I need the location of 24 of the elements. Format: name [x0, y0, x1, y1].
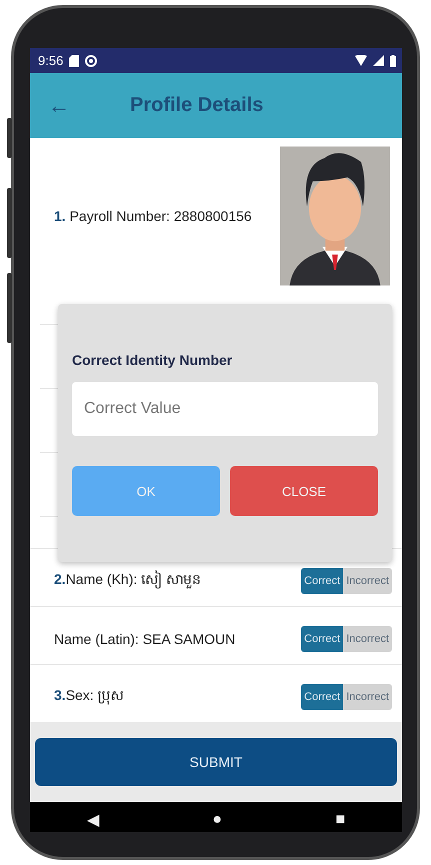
- recent-apps-button[interactable]: ■: [326, 810, 356, 828]
- field-label: Name (Latin): SEA SAMOUN: [54, 630, 236, 646]
- field-label: 3.Sex: ប្រុស: [54, 686, 124, 706]
- home-nav-button[interactable]: ●: [202, 810, 232, 828]
- option-button[interactable]: Correct: [301, 684, 344, 710]
- back-nav-button[interactable]: ◀: [76, 810, 109, 830]
- field-label: 2.Name (Kh): សៀ សាមួន: [54, 570, 202, 590]
- option-button[interactable]: Incorrect: [343, 568, 392, 594]
- signal-icon: [373, 55, 384, 66]
- dialog-title: Correct Identity Number: [72, 352, 234, 368]
- sd-card-icon: [69, 54, 80, 66]
- option-button[interactable]: Incorrect: [343, 684, 392, 710]
- option-button[interactable]: Incorrect: [343, 626, 392, 652]
- screen-title: Profile Details: [130, 94, 264, 117]
- option-button[interactable]: Correct: [301, 568, 344, 594]
- input-field[interactable]: Correct Value: [72, 382, 378, 436]
- status-time: 9:56: [38, 53, 64, 68]
- close-button[interactable]: CLOSE: [230, 466, 378, 516]
- option-button[interactable]: Correct: [301, 626, 344, 652]
- submit-button[interactable]: SUBMIT: [35, 738, 397, 786]
- payroll-number: 1. Payroll Number: 2880800156: [54, 208, 252, 224]
- back-button[interactable]: ←: [30, 92, 88, 118]
- wifi-icon: [355, 55, 367, 66]
- battery-icon: [390, 54, 396, 66]
